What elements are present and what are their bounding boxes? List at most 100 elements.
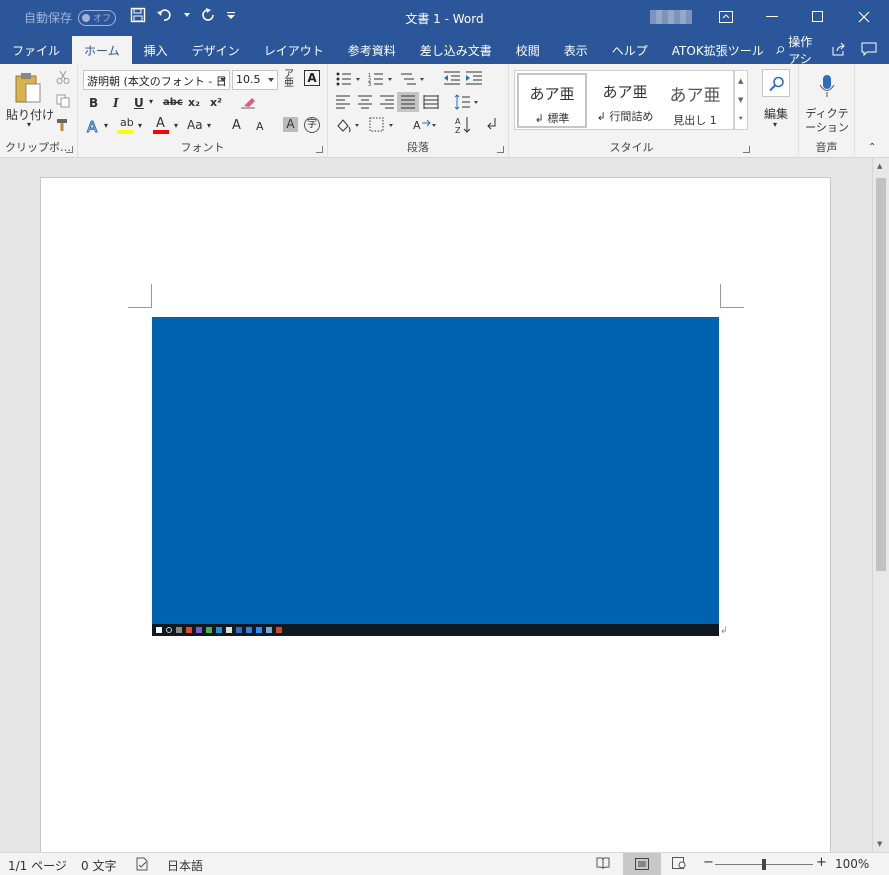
sort-icon[interactable]: AZ	[455, 116, 471, 137]
tab-layout[interactable]: レイアウト	[252, 36, 336, 64]
microphone-icon[interactable]	[819, 74, 835, 101]
zoom-level[interactable]: 100%	[835, 857, 869, 871]
close-button[interactable]	[841, 0, 887, 34]
image-taskbar	[152, 624, 719, 636]
borders-icon[interactable]	[369, 117, 395, 136]
proofing-icon[interactable]	[135, 857, 149, 874]
style-normal[interactable]: あア亜 ↲ 標準	[517, 73, 587, 128]
asian-layout-icon[interactable]: A	[412, 117, 438, 136]
distributed-icon[interactable]	[423, 95, 439, 112]
find-icon[interactable]	[762, 69, 790, 97]
cut-icon[interactable]	[56, 70, 70, 87]
tab-mailings[interactable]: 差し込み文書	[408, 36, 504, 64]
font-color-icon[interactable]: A	[153, 116, 171, 136]
font-group: 游明朝 (本文のフォント - 日 10.5 ア亜 A B I U ▾ abc x…	[78, 64, 328, 158]
change-case-button[interactable]: Aa	[187, 118, 203, 132]
editing-dropdown-icon[interactable]: ▾	[773, 120, 777, 129]
tab-view[interactable]: 表示	[552, 36, 600, 64]
grow-font-button[interactable]: A	[232, 118, 241, 133]
tell-me-search[interactable]: 操作アシ	[776, 33, 817, 67]
subscript-button[interactable]: x₂	[188, 96, 200, 109]
style-heading-1[interactable]: あア亜 見出し 1	[660, 73, 730, 128]
bullets-icon[interactable]	[336, 72, 362, 89]
superscript-button[interactable]: x²	[210, 96, 222, 109]
underline-button[interactable]: U	[134, 96, 144, 110]
svg-text:Z: Z	[455, 126, 461, 134]
align-right-icon[interactable]	[379, 95, 395, 112]
paste-icon[interactable]	[14, 72, 42, 107]
voice-group-label: 音声	[815, 141, 838, 154]
copy-icon[interactable]	[56, 94, 70, 111]
web-layout-icon[interactable]	[672, 857, 686, 872]
paragraph-launcher-icon[interactable]	[497, 146, 504, 153]
line-spacing-icon[interactable]	[454, 94, 480, 113]
tab-atok[interactable]: ATOK拡張ツール	[660, 36, 776, 64]
ribbon-display-options-icon[interactable]	[703, 0, 749, 34]
language-indicator[interactable]: 日本語	[167, 857, 203, 874]
font-size-box[interactable]: 10.5	[232, 70, 278, 90]
highlight-color-icon[interactable]: ab	[117, 116, 135, 136]
tab-home[interactable]: ホーム	[72, 36, 132, 64]
minimize-button[interactable]	[749, 0, 795, 34]
document-page[interactable]: ↲	[40, 177, 831, 852]
tab-review[interactable]: 校閲	[504, 36, 552, 64]
collapse-ribbon-icon[interactable]: ⌃	[868, 142, 876, 153]
clear-formatting-icon[interactable]	[240, 94, 256, 113]
font-launcher-icon[interactable]	[316, 146, 323, 153]
share-icon[interactable]	[831, 42, 847, 59]
highlight-dropdown-icon[interactable]: ▾	[138, 121, 142, 130]
tab-file[interactable]: ファイル	[0, 36, 72, 64]
numbering-icon[interactable]: 123	[368, 72, 394, 89]
tab-references[interactable]: 参考資料	[336, 36, 408, 64]
character-border-icon[interactable]: A	[304, 70, 320, 86]
text-effects-dropdown-icon[interactable]: ▾	[104, 121, 108, 130]
comments-icon[interactable]	[861, 42, 877, 59]
tab-help[interactable]: ヘルプ	[600, 36, 660, 64]
paragraph-group: 123 A AZ 段落	[328, 64, 509, 158]
enclose-characters-button[interactable]: 字	[304, 117, 320, 133]
shading-icon[interactable]	[335, 117, 361, 136]
print-layout-button[interactable]	[623, 853, 661, 875]
account-avatar[interactable]	[650, 10, 692, 24]
vertical-scrollbar[interactable]: ▲ ▼	[872, 158, 889, 852]
multilevel-list-icon[interactable]	[400, 72, 426, 89]
zoom-slider-handle[interactable]	[762, 859, 766, 870]
tab-design[interactable]: デザイン	[180, 36, 252, 64]
change-case-dropdown-icon[interactable]: ▾	[207, 121, 211, 130]
justify-button[interactable]	[397, 92, 419, 112]
clipboard-launcher-icon[interactable]	[66, 146, 73, 153]
page-count[interactable]: 1/1 ページ	[8, 857, 67, 874]
tab-insert[interactable]: 挿入	[132, 36, 180, 64]
decrease-indent-icon[interactable]	[443, 70, 461, 89]
zoom-in-button[interactable]: +	[816, 855, 827, 870]
phonetic-guide-icon[interactable]: ア亜	[284, 70, 294, 89]
align-center-icon[interactable]	[357, 95, 373, 112]
increase-indent-icon[interactable]	[465, 70, 483, 89]
underline-dropdown-icon[interactable]: ▾	[149, 97, 153, 106]
zoom-out-button[interactable]: −	[703, 855, 714, 870]
format-painter-icon[interactable]	[56, 118, 70, 135]
maximize-button[interactable]	[795, 0, 841, 34]
inserted-screenshot-image[interactable]	[152, 317, 719, 636]
scrollbar-thumb[interactable]	[876, 178, 886, 571]
font-name-box[interactable]: 游明朝 (本文のフォント - 日	[83, 70, 230, 90]
word-count[interactable]: 0 文字	[81, 857, 116, 874]
align-left-icon[interactable]	[335, 95, 351, 112]
paste-dropdown-icon[interactable]: ▾	[27, 120, 31, 129]
strikethrough-button[interactable]: abc	[163, 97, 183, 108]
bold-button[interactable]: B	[89, 96, 98, 110]
read-mode-icon[interactable]	[596, 857, 610, 872]
search-icon	[776, 46, 784, 54]
dictate-button[interactable]: ディクテーション	[804, 107, 850, 135]
character-shading-button[interactable]: A	[283, 117, 298, 132]
paragraph-mark: ↲	[720, 626, 728, 636]
style-no-spacing[interactable]: あア亜 ↲ 行間詰め	[590, 73, 660, 128]
editing-group: 編集 ▾	[754, 64, 799, 158]
styles-launcher-icon[interactable]	[743, 146, 750, 153]
styles-gallery-scroll[interactable]: ▲ ▼ ⯆	[734, 70, 748, 130]
show-formatting-marks-icon[interactable]	[486, 117, 498, 134]
font-color-dropdown-icon[interactable]: ▾	[174, 121, 178, 130]
italic-button[interactable]: I	[113, 96, 119, 110]
text-effects-icon[interactable]: A	[86, 118, 102, 137]
shrink-font-button[interactable]: A	[256, 120, 264, 133]
